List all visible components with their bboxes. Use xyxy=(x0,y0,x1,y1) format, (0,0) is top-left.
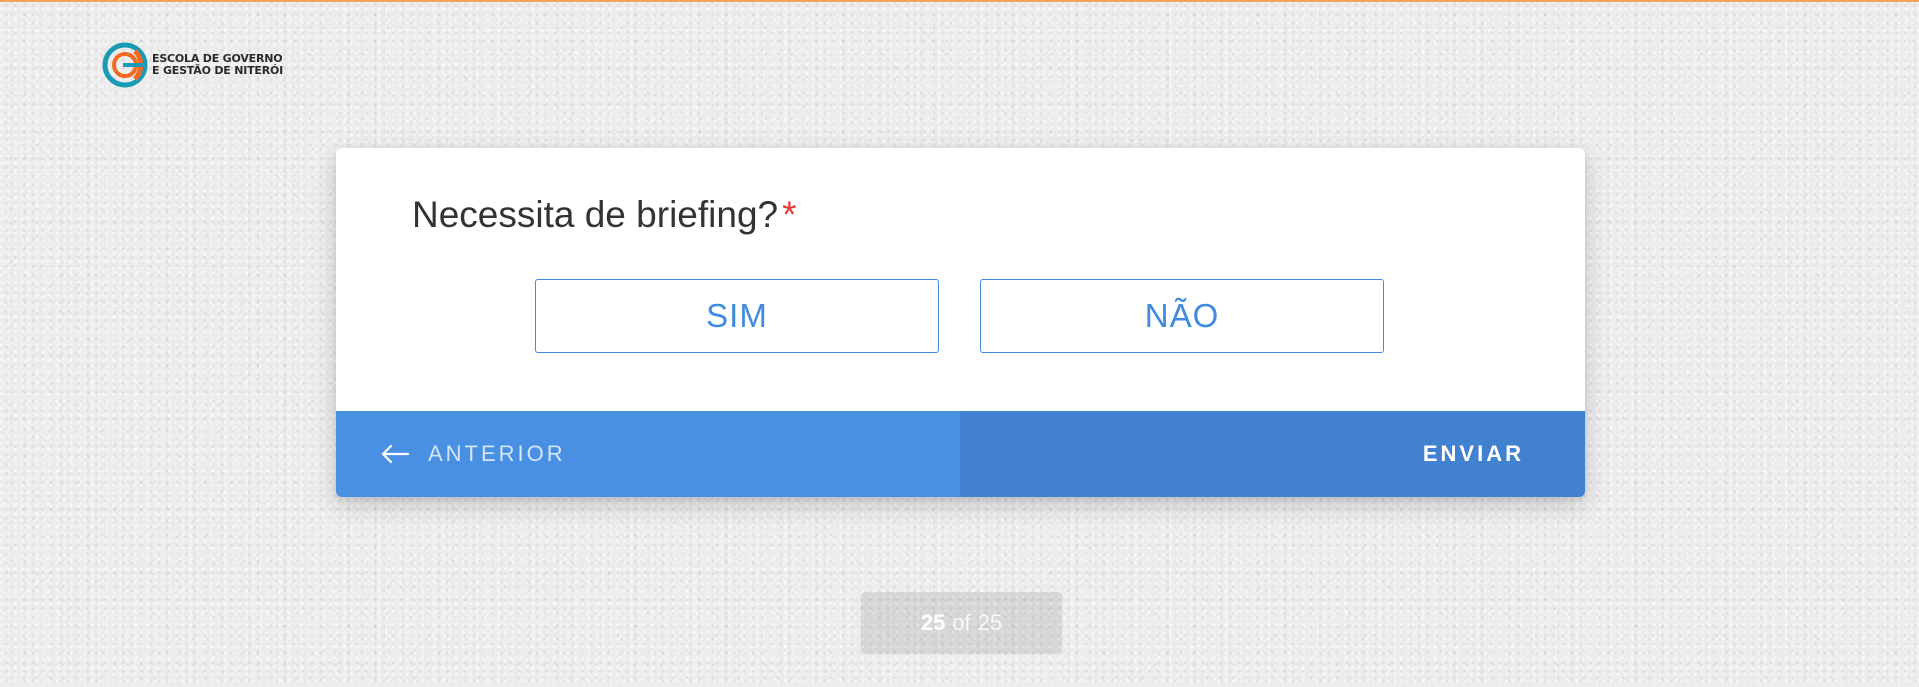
required-indicator: * xyxy=(782,194,797,235)
page-separator: of xyxy=(952,610,971,635)
arrow-left-icon xyxy=(381,444,410,464)
question-title: Necessita de briefing? * xyxy=(412,194,797,236)
top-accent-line xyxy=(0,0,1919,2)
previous-button[interactable]: ANTERIOR xyxy=(336,411,960,497)
question-card: Necessita de briefing? * SIM NÃO ANTERIOR… xyxy=(336,148,1585,497)
page-total: 25 xyxy=(977,610,1003,635)
previous-label: ANTERIOR xyxy=(428,441,566,466)
page-current: 25 xyxy=(920,610,946,635)
egn-logo-icon xyxy=(102,42,148,88)
card-footer: ANTERIOR ENVIAR xyxy=(336,411,1585,497)
page-counter: 25 of 25 xyxy=(861,592,1062,654)
submit-button[interactable]: ENVIAR xyxy=(960,411,1585,497)
brand-line-2: E GESTÃO DE NITERÓI xyxy=(152,64,284,77)
brand-name: ESCOLA DE GOVERNO E GESTÃO DE NITERÓI xyxy=(152,53,283,77)
brand-logo: ESCOLA DE GOVERNO E GESTÃO DE NITERÓI xyxy=(101,41,283,89)
option-sim-button[interactable]: SIM xyxy=(535,279,939,353)
question-text: Necessita de briefing? xyxy=(412,194,779,235)
option-nao-button[interactable]: NÃO xyxy=(980,279,1384,353)
submit-label: ENVIAR xyxy=(1422,441,1524,466)
